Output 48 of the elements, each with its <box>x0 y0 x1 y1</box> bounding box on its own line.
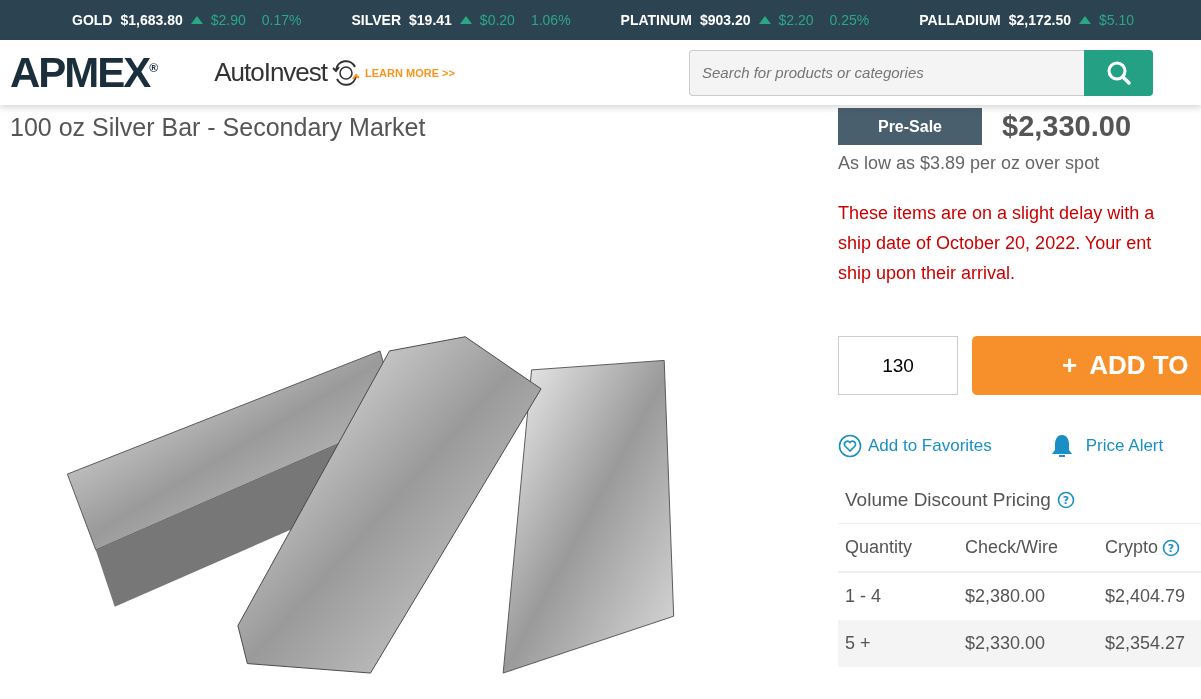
column-header: Quantity <box>845 537 913 558</box>
column-header: Crypto <box>1105 537 1158 558</box>
metal-name: PALLADIUM <box>919 12 1001 28</box>
quantity-field[interactable]: 130 <box>838 336 958 395</box>
search-button[interactable] <box>1084 49 1153 96</box>
as-low-as-text: As low as $3.89 per oz over spot <box>838 153 1101 174</box>
delay-notice: These items are on a slight delay with a ship date of October 20, 2022. Your ent ship upon their arrival. <box>838 202 1155 285</box>
up-triangle-icon <box>758 16 771 24</box>
metal-name: SILVER <box>351 12 402 28</box>
bell-icon <box>1049 433 1074 459</box>
metal-price: $19.41 <box>409 12 452 28</box>
price-alert-link[interactable]: Price Alert <box>1049 433 1164 459</box>
up-triangle-icon <box>459 16 472 24</box>
search-field[interactable]: Search for products or categories <box>689 49 1084 96</box>
metal-price: $2,172.50 <box>1008 12 1071 28</box>
add-to-cart-button[interactable]: + ADD TO <box>972 336 1201 395</box>
table-cell: 5 + <box>845 633 871 654</box>
table-cell: $2,354.27 <box>1105 633 1186 654</box>
learn-more-link[interactable]: LEARN MORE >> <box>365 66 455 79</box>
column-header: Check/Wire <box>965 537 1058 558</box>
up-triangle-icon <box>190 16 203 24</box>
table-cell: $2,330.00 <box>965 633 1046 654</box>
percent-change: 1.06% <box>530 12 571 28</box>
metal-name: PLATINUM <box>620 12 692 28</box>
search-icon <box>1105 59 1132 86</box>
coin-cycle-icon <box>331 57 362 88</box>
price-change: $0.20 <box>479 12 515 28</box>
price-change: $2.20 <box>778 12 814 28</box>
table-cell: 1 - 4 <box>845 586 882 607</box>
pre-sale-badge: Pre-Sale <box>838 108 982 145</box>
table-cell: $2,404.79 <box>1105 586 1186 607</box>
add-to-favorites-link[interactable]: Add to Favorites <box>838 434 992 458</box>
product-title: 100 oz Silver Bar - Secondary Market <box>10 113 427 142</box>
metal-price: $903.20 <box>699 12 751 28</box>
table-cell: $2,380.00 <box>965 586 1046 607</box>
metal-price: $1,683.80 <box>120 12 183 28</box>
help-icon[interactable]: ? <box>1162 538 1180 557</box>
autoinvest-label[interactable]: AutoInvest <box>214 57 328 88</box>
price-change: $5.10 <box>1098 12 1134 28</box>
volume-pricing-title: Volume Discount Pricing <box>845 489 1051 511</box>
metal-name: GOLD <box>72 12 113 28</box>
logo[interactable]: APMEX$^{®}$ <box>10 51 159 94</box>
up-triangle-icon <box>1078 16 1091 24</box>
percent-change: 0.25% <box>829 12 870 28</box>
help-icon[interactable]: ? <box>1056 491 1075 509</box>
product-price: $2,330.00 <box>1002 110 1131 143</box>
price-change: $2.90 <box>210 12 246 28</box>
percent-change: 0.17% <box>261 12 302 28</box>
